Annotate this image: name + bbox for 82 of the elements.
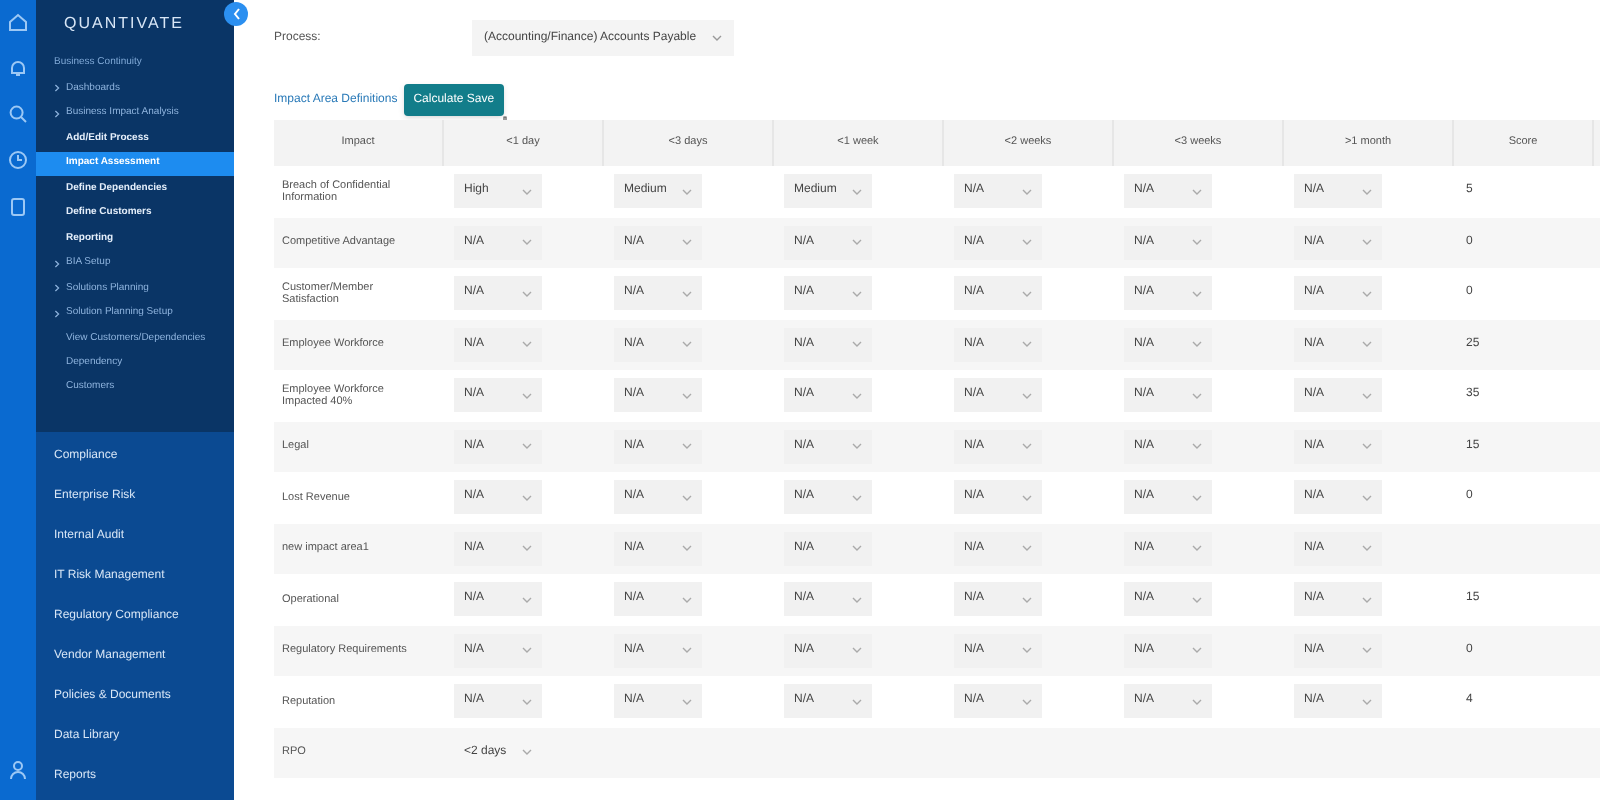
chevron-down-icon xyxy=(522,391,532,400)
search-icon[interactable] xyxy=(8,104,28,124)
chevron-down-icon xyxy=(522,646,532,655)
chevron-down-icon xyxy=(1192,289,1202,298)
chevron-down-icon xyxy=(1022,493,1032,502)
chevron-down-icon xyxy=(682,544,692,553)
chevron-down-icon xyxy=(682,187,692,196)
chevron-right-icon xyxy=(54,109,60,118)
chevron-down-icon xyxy=(522,544,532,553)
chevron-down-icon xyxy=(1362,391,1372,400)
chevron-down-icon xyxy=(1192,493,1202,502)
chevron-down-icon xyxy=(1362,238,1372,247)
chevron-down-icon xyxy=(1192,187,1202,196)
chevron-down-icon xyxy=(852,340,862,349)
chevron-down-icon xyxy=(1192,697,1202,706)
chevron-down-icon xyxy=(852,493,862,502)
chevron-down-icon xyxy=(522,493,532,502)
chevron-down-icon xyxy=(1362,544,1372,553)
chevron-down-icon xyxy=(1022,442,1032,451)
chevron-down-icon xyxy=(1022,646,1032,655)
chevron-down-icon xyxy=(1362,340,1372,349)
chevron-down-icon xyxy=(852,646,862,655)
chevron-down-icon xyxy=(1192,238,1202,247)
chevron-down-icon xyxy=(1362,442,1372,451)
chevron-down-icon xyxy=(852,595,862,604)
chevron-down-icon xyxy=(522,289,532,298)
chevron-down-icon xyxy=(1192,442,1202,451)
chevron-down-icon xyxy=(1022,340,1032,349)
chevron-down-icon xyxy=(1192,340,1202,349)
chevron-down-icon xyxy=(522,238,532,247)
chevron-down-icon xyxy=(1192,646,1202,655)
chevron-down-icon xyxy=(852,442,862,451)
chevron-down-icon xyxy=(1022,544,1032,553)
chevron-down-icon xyxy=(1362,493,1372,502)
chevron-down-icon xyxy=(682,697,692,706)
chevron-down-icon xyxy=(1362,646,1372,655)
chevron-down-icon xyxy=(682,595,692,604)
chevron-right-icon xyxy=(54,284,60,293)
chevron-down-icon xyxy=(1022,289,1032,298)
chevron-down-icon xyxy=(682,238,692,247)
collapse-button[interactable] xyxy=(224,2,248,26)
chevron-down-icon xyxy=(522,442,532,451)
chevron-down-icon xyxy=(682,493,692,502)
chevron-down-icon xyxy=(682,442,692,451)
chevron-down-icon xyxy=(1022,187,1032,196)
chevron-down-icon xyxy=(852,187,862,196)
chevron-left-icon xyxy=(231,8,241,20)
chevron-down-icon xyxy=(682,289,692,298)
chevron-down-icon xyxy=(712,34,723,42)
chevron-down-icon xyxy=(522,340,532,349)
chevron-down-icon xyxy=(522,595,532,604)
chevron-down-icon xyxy=(682,340,692,349)
chevron-down-icon xyxy=(522,187,532,196)
chevron-down-icon xyxy=(682,646,692,655)
chevron-down-icon xyxy=(1022,595,1032,604)
chevron-down-icon xyxy=(1362,697,1372,706)
chevron-down-icon xyxy=(1022,238,1032,247)
chevron-down-icon xyxy=(852,697,862,706)
chevron-down-icon xyxy=(1362,595,1372,604)
chevron-down-icon xyxy=(1022,697,1032,706)
chevron-down-icon xyxy=(852,289,862,298)
chevron-down-icon xyxy=(1192,595,1202,604)
brand-logo: QUANTIVATE xyxy=(64,12,184,36)
user-icon[interactable] xyxy=(8,760,28,780)
chevron-down-icon xyxy=(852,238,862,247)
chevron-down-icon xyxy=(1192,544,1202,553)
clipboard-icon[interactable] xyxy=(8,196,28,216)
chevron-down-icon xyxy=(1192,391,1202,400)
chevron-right-icon xyxy=(54,259,60,268)
clock-icon[interactable] xyxy=(8,150,28,170)
chevron-down-icon xyxy=(682,391,692,400)
chevron-right-icon xyxy=(54,84,60,93)
chevron-down-icon xyxy=(1022,391,1032,400)
chevron-down-icon xyxy=(852,391,862,400)
chevron-right-icon xyxy=(54,309,60,318)
chevron-down-icon xyxy=(522,697,532,706)
chevron-down-icon xyxy=(522,748,532,756)
chevron-down-icon xyxy=(1362,187,1372,196)
chevron-down-icon xyxy=(852,544,862,553)
chevron-down-icon xyxy=(1362,289,1372,298)
bell-icon[interactable] xyxy=(8,58,28,78)
home-icon[interactable] xyxy=(8,12,28,32)
